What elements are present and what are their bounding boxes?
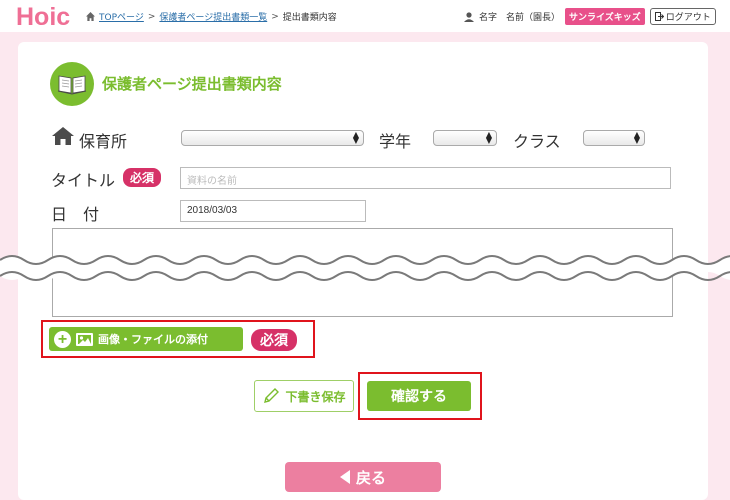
home-icon [52, 127, 74, 145]
attach-file-label: 画像・ファイルの添付 [98, 334, 208, 346]
breadcrumb-list-link[interactable]: 保護者ページ提出書類一覧 [159, 10, 267, 23]
nursery-label: 保育所 [79, 134, 128, 151]
nursery-select[interactable]: ▲ ▼ [181, 130, 364, 146]
class-select[interactable]: ▲ ▼ [583, 130, 645, 146]
plus-circle-icon: + [54, 330, 71, 348]
grade-select[interactable]: ▲ ▼ [433, 130, 497, 146]
select-arrows-icon: ▲ ▼ [633, 130, 640, 145]
logout-label: ログアウト [665, 13, 711, 23]
triangle-left-icon [339, 470, 350, 484]
title-input[interactable]: 資料の名前 [180, 167, 671, 189]
breadcrumb-separator: > [147, 11, 156, 22]
page-title: 保護者ページ提出書類内容 [102, 76, 282, 93]
save-draft-label: 下書き保存 [285, 389, 346, 404]
class-label: クラス [513, 134, 561, 151]
select-arrows-icon: ▲ ▼ [352, 130, 359, 145]
user-name: 名字 名前（園長） [479, 13, 561, 23]
logout-button[interactable]: ログアウト [649, 8, 716, 25]
save-draft-button[interactable]: 下書き保存 [254, 380, 354, 412]
required-badge: 必須 [251, 329, 297, 351]
logout-icon [654, 12, 664, 21]
logo-text: Hoic [16, 3, 70, 30]
hoic-logo[interactable]: Hoic [16, 3, 82, 30]
header-bar: Hoic TOPページ > 保護者ページ提出書類一覧 > 提出書類内容 名字 名… [0, 0, 730, 32]
user-icon [464, 11, 474, 22]
facility-badge: サンライズキッズ [565, 8, 645, 25]
back-label: 戻る [355, 469, 386, 487]
image-icon [76, 332, 93, 346]
home-icon [86, 12, 95, 21]
breadcrumb-current: 提出書類内容 [282, 13, 337, 23]
book-icon [50, 62, 94, 106]
confirm-button[interactable]: 確認する [367, 381, 471, 411]
pencil-icon [264, 388, 280, 403]
back-button[interactable]: 戻る [285, 462, 441, 492]
grade-label: 学年 [379, 134, 412, 151]
title-label: タイトル [51, 173, 116, 190]
user-area: 名字 名前（園長） サンライズキッズ ログアウト [464, 8, 716, 25]
required-badge: 必須 [123, 168, 162, 187]
date-label: 日 付 [51, 207, 100, 224]
breadcrumb-separator: > [271, 11, 279, 22]
breadcrumb-top-link[interactable]: TOPページ [99, 10, 144, 23]
attach-file-button[interactable]: + 画像・ファイルの添付 [49, 327, 243, 351]
date-input[interactable]: 2018/03/03 [180, 200, 366, 222]
select-arrows-icon: ▲ ▼ [485, 130, 492, 145]
wave-divider [0, 255, 730, 281]
breadcrumb: TOPページ > 保護者ページ提出書類一覧 > 提出書類内容 [86, 10, 337, 23]
